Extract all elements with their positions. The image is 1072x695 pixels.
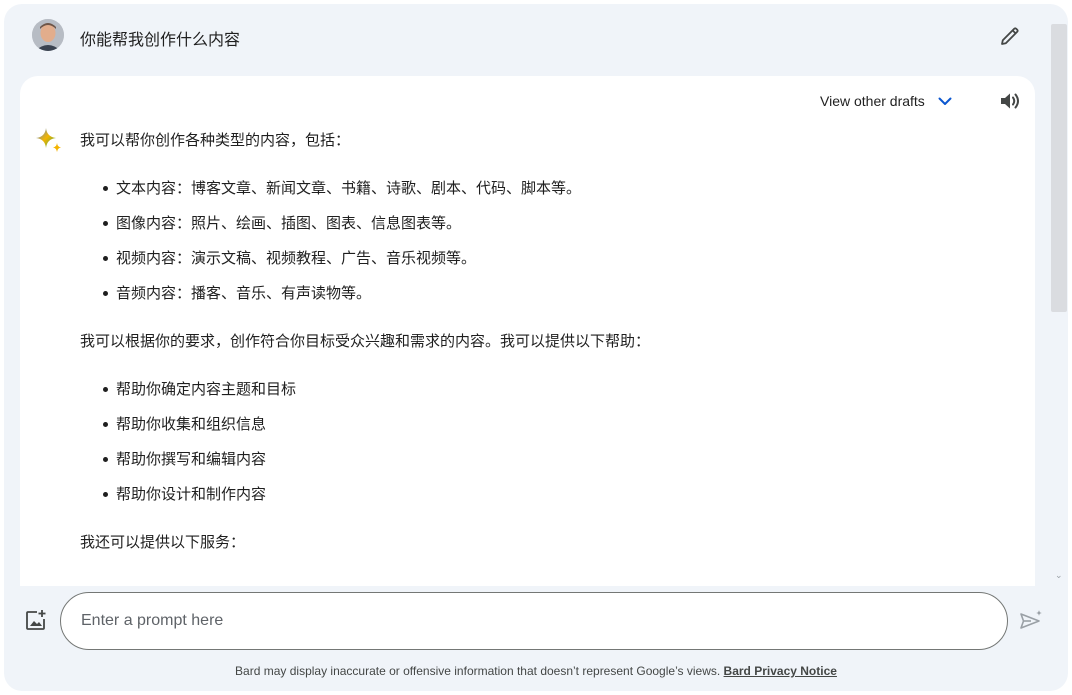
scroll-down-arrow-icon[interactable]: ⌄ xyxy=(1055,570,1063,581)
listen-button[interactable] xyxy=(998,89,1022,113)
help-items-list: 帮助你确定内容主题和目标 帮助你收集和组织信息 帮助你撰写和编辑内容 帮助你设计… xyxy=(80,377,1000,506)
list-item: 帮助你撰写和编辑内容 xyxy=(80,447,1000,471)
chevron-down-icon xyxy=(938,97,952,105)
disclaimer-text: Bard may display inaccurate or offensive… xyxy=(4,664,1068,678)
list-item: 文本内容：博客文章、新闻文章、书籍、诗歌、剧本、代码、脚本等。 xyxy=(80,176,1000,200)
bard-sparkle-icon xyxy=(34,126,64,156)
edit-prompt-button[interactable] xyxy=(998,24,1022,48)
user-avatar xyxy=(32,19,64,51)
send-icon xyxy=(1020,610,1042,629)
view-other-drafts-button[interactable]: View other drafts xyxy=(820,90,953,112)
response-services-intro: 我还可以提供以下服务： xyxy=(80,533,246,551)
list-item: 帮助你确定内容主题和目标 xyxy=(80,377,1000,401)
speaker-icon xyxy=(1001,93,1019,109)
disclaimer-message: Bard may display inaccurate or offensive… xyxy=(235,664,721,678)
response-intro: 我可以帮你创作各种类型的内容，包括： xyxy=(80,131,351,149)
list-item: 图像内容：照片、绘画、插图、图表、信息图表等。 xyxy=(80,211,1000,235)
content-types-list: 文本内容：博客文章、新闻文章、书籍、诗歌、剧本、代码、脚本等。 图像内容：照片、… xyxy=(80,176,1000,305)
list-item: 视频内容：演示文稿、视频教程、广告、音乐视频等。 xyxy=(80,246,1000,270)
privacy-notice-link[interactable]: Bard Privacy Notice xyxy=(724,664,837,678)
scrollbar-thumb[interactable] xyxy=(1051,24,1067,312)
user-prompt-text: 你能帮我创作什么内容 xyxy=(80,30,241,49)
list-item: 音频内容：播客、音乐、有声读物等。 xyxy=(80,281,1000,305)
image-upload-icon xyxy=(26,610,46,630)
view-other-drafts-label: View other drafts xyxy=(820,93,925,109)
chat-scrollbar[interactable]: ⌄ xyxy=(1050,16,1068,586)
prompt-input[interactable] xyxy=(60,592,1008,650)
response-card: View other drafts 我可以帮你创作各种类型的内容，包括： 文本内… xyxy=(20,76,1035,586)
response-help-intro: 我可以根据你的要求，创作符合你目标受众兴趣和需求的内容。我可以提供以下帮助： xyxy=(80,332,651,350)
user-prompt-row: 你能帮我创作什么内容 xyxy=(4,4,1048,74)
pencil-icon xyxy=(1001,27,1019,45)
upload-image-button[interactable] xyxy=(24,608,48,632)
list-item: 帮助你收集和组织信息 xyxy=(80,412,1000,436)
send-button[interactable] xyxy=(1018,608,1044,634)
response-content: 我可以帮你创作各种类型的内容，包括： 文本内容：博客文章、新闻文章、书籍、诗歌、… xyxy=(80,128,1000,554)
bard-chat-window: 你能帮我创作什么内容 View other drafts 我可以帮你创作各种类型… xyxy=(4,4,1068,691)
list-item: 帮助你设计和制作内容 xyxy=(80,482,1000,506)
